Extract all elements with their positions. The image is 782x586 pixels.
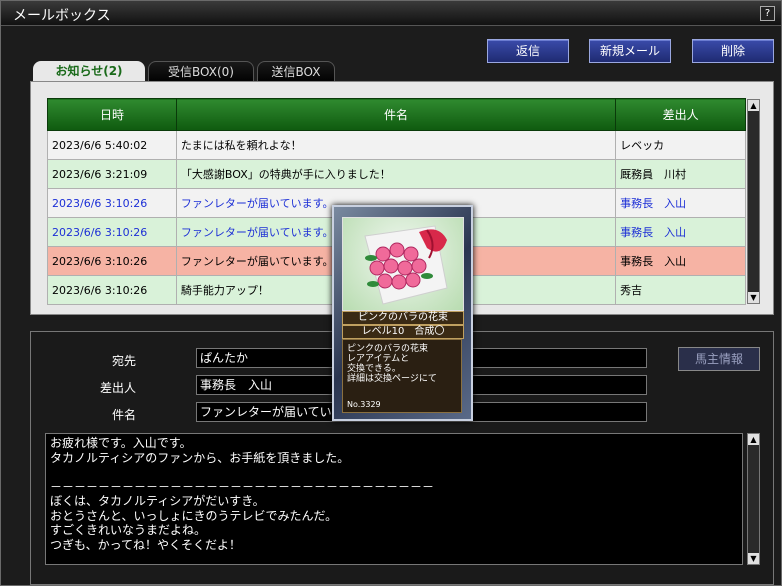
table-row[interactable]: 2023/6/6 5:40:02 たまには私を頼れよな！ レベッカ <box>47 130 746 160</box>
body-line: お疲れ様です。入山です。 <box>50 436 192 450</box>
body-line: おとうさんと、いっしょにきのうテレビでみたんだ。 <box>50 508 338 523</box>
body-separator: －－－－－－－－－－－－－－－－－－－－－－－－－－－－－－－－ <box>50 479 435 494</box>
title-bar: メールボックス ? <box>1 1 781 26</box>
item-card-tooltip: ピンクのバラの花束 レベル10 合成〇 ピンクのバラの花束 レアアイテムと 交換… <box>332 205 473 421</box>
row-sender: 事務長 入山 <box>615 188 746 218</box>
row-sender: レベッカ <box>615 130 746 160</box>
row-sender: 事務長 入山 <box>615 217 746 247</box>
table-row[interactable]: 2023/6/6 3:21:09 「大感謝BOX」の特典が手に入りました！ 厩務… <box>47 159 746 189</box>
scroll-up-icon[interactable]: ▲ <box>748 100 759 111</box>
body-line: すごくきれいなうまだよね。 <box>50 523 207 537</box>
tab-outbox[interactable]: 送信BOX <box>257 61 335 83</box>
table-header-row: 日時 件名 差出人 <box>47 98 746 131</box>
from-label: 差出人 <box>99 381 136 395</box>
rose-bouquet-icon <box>342 217 464 311</box>
row-date: 2023/6/6 3:21:09 <box>47 159 177 189</box>
row-subject: たまには私を頼れよな！ <box>175 130 617 160</box>
mail-body: お疲れ様です。入山です。 タカノルティシアのファンから、お手紙を頂きました。 －… <box>45 433 743 565</box>
row-sender: 秀吉 <box>615 275 746 305</box>
subject-label: 件名 <box>111 408 136 422</box>
delete-button[interactable]: 削除 <box>692 39 774 63</box>
body-line: つぎも、かってね！やくそくだよ！ <box>50 537 242 552</box>
row-date: 2023/6/6 3:10:26 <box>47 188 177 218</box>
item-number: No.3329 <box>347 400 381 409</box>
item-level: レベル10 合成〇 <box>342 325 464 339</box>
window-title: メールボックス <box>13 8 111 24</box>
column-header-sender[interactable]: 差出人 <box>615 98 746 131</box>
mail-list-scrollbar[interactable]: ▲ ▼ <box>747 99 760 304</box>
body-line: タカノルティシアのファンから、お手紙を頂きました。 <box>50 450 350 465</box>
item-name: ピンクのバラの花束 <box>342 311 464 325</box>
column-header-date[interactable]: 日時 <box>47 98 177 131</box>
scroll-up-icon[interactable]: ▲ <box>748 434 759 445</box>
scroll-down-icon[interactable]: ▼ <box>748 292 759 303</box>
tab-notices[interactable]: お知らせ(2) <box>33 61 145 82</box>
tab-inbox[interactable]: 受信BOX(0) <box>148 61 254 83</box>
item-description: ピンクのバラの花束 レアアイテムと 交換できる。 詳細は交換ページにて No.3… <box>342 339 462 413</box>
to-label: 宛先 <box>111 354 136 368</box>
row-date: 2023/6/6 3:10:26 <box>47 275 177 305</box>
item-desc-line: 交換できる。 <box>347 364 401 374</box>
row-sender: 事務長 入山 <box>615 246 746 276</box>
help-button[interactable]: ? <box>760 6 775 21</box>
item-desc-line: レアアイテムと <box>347 354 410 364</box>
row-date: 2023/6/6 3:10:26 <box>47 217 177 247</box>
row-subject: 「大感謝BOX」の特典が手に入りました！ <box>175 159 617 189</box>
mailbox-window: メールボックス ? 返信 新規メール 削除 お知らせ(2) 受信BOX(0) 送… <box>0 0 782 586</box>
item-desc-line: ピンクのバラの花束 <box>347 344 429 354</box>
body-line: ぼくは、タカノルティシアがだいすき。 <box>50 494 265 508</box>
row-sender: 厩務員 川村 <box>615 159 746 189</box>
new-mail-button[interactable]: 新規メール <box>589 39 671 63</box>
item-desc-line: 詳細は交換ページにて <box>347 374 437 384</box>
scroll-down-icon[interactable]: ▼ <box>748 553 759 564</box>
row-date: 2023/6/6 3:10:26 <box>47 246 177 276</box>
mail-body-scrollbar[interactable]: ▲ ▼ <box>747 433 760 565</box>
body-line <box>50 465 738 480</box>
row-date: 2023/6/6 5:40:02 <box>47 130 177 160</box>
column-header-subject[interactable]: 件名 <box>175 98 617 131</box>
reply-button[interactable]: 返信 <box>487 39 569 63</box>
horse-info-button[interactable]: 馬主情報 <box>678 347 760 371</box>
